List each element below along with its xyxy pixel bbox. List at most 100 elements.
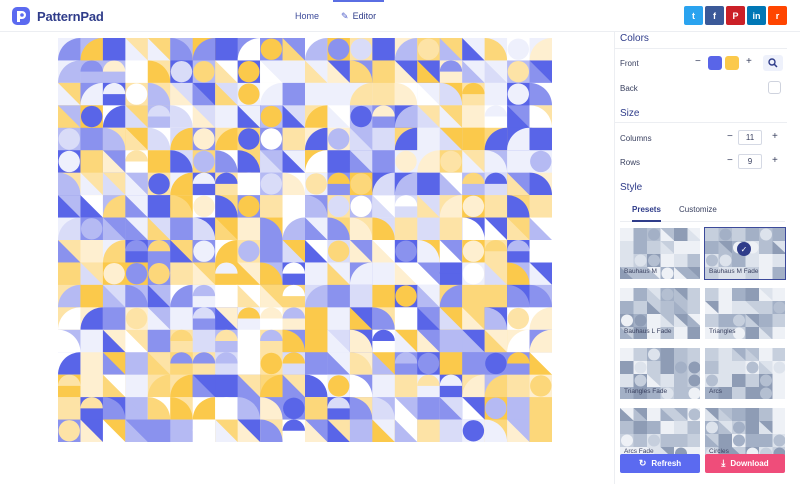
pattern-tile (394, 217, 418, 241)
back-color-swatch[interactable] (768, 81, 781, 94)
linkedin-share-button[interactable]: in (747, 6, 766, 25)
preset-card[interactable]: Arcs Fade (620, 408, 700, 459)
tab-presets[interactable]: Presets (632, 198, 661, 222)
pattern-tile (462, 284, 486, 308)
pattern-tile (170, 397, 194, 421)
facebook-share-button[interactable]: f (705, 6, 724, 25)
pattern-tile (192, 60, 216, 84)
front-remove-color-button[interactable]: − (695, 56, 701, 67)
rows-input[interactable]: 9 (738, 154, 762, 169)
preset-card[interactable]: Bauhaus M Fade ✓ (704, 227, 786, 280)
pattern-tile (417, 374, 441, 398)
nav-home[interactable]: Home (287, 0, 327, 32)
pattern-tile (102, 284, 126, 308)
pattern-tile (417, 240, 441, 263)
download-button[interactable]: ⤓ Download (705, 454, 785, 473)
pattern-tile (237, 352, 261, 376)
pattern-tile (507, 329, 531, 353)
style-tabs: Presets Customize (620, 198, 785, 222)
rows-decrement-button[interactable]: − (727, 155, 733, 166)
pattern-tile (394, 307, 418, 331)
pattern-tile (439, 262, 463, 286)
nav-editor-label: Editor (352, 11, 377, 21)
pattern-tile (147, 82, 171, 106)
front-color-swatch-2[interactable] (725, 56, 739, 70)
columns-increment-button[interactable]: + (772, 131, 778, 142)
pattern-tile (484, 82, 508, 106)
pattern-tile (58, 397, 81, 421)
pattern-tile (237, 172, 261, 196)
preset-card[interactable]: Triangles Fade (620, 348, 700, 399)
preset-card[interactable]: Circles (705, 408, 785, 459)
pattern-tile (125, 397, 149, 421)
twitter-share-button[interactable]: t (684, 6, 703, 25)
pattern-tile (484, 307, 508, 331)
pattern-tile (170, 262, 194, 286)
pattern-tile (147, 105, 171, 129)
pattern-tile (349, 217, 373, 241)
pattern-tile (170, 352, 194, 376)
front-color-swatch-1[interactable] (708, 56, 722, 70)
reddit-share-button[interactable]: r (768, 6, 787, 25)
pattern-tile (147, 127, 171, 151)
pattern-canvas[interactable] (58, 38, 552, 442)
pattern-tile (372, 397, 396, 421)
pattern-tile (372, 329, 396, 353)
pattern-tile (125, 38, 149, 61)
pattern-tile (192, 150, 216, 174)
pattern-tile (305, 127, 328, 151)
pattern-tile (282, 397, 306, 421)
refresh-button[interactable]: ↻ Refresh (620, 454, 700, 473)
pattern-tile (282, 195, 306, 219)
pattern-tile (417, 60, 441, 84)
preset-card[interactable]: Triangles (705, 288, 785, 339)
pattern-tile (484, 419, 508, 442)
pattern-tile (349, 262, 373, 286)
columns-decrement-button[interactable]: − (727, 131, 733, 142)
pattern-tile (507, 240, 531, 263)
rows-increment-button[interactable]: + (772, 155, 778, 166)
pattern-tile (215, 240, 239, 263)
social-share-buttons: t f Pin r (684, 6, 787, 25)
nav-editor[interactable]: ✎ Editor (333, 0, 385, 32)
front-add-color-button[interactable]: + (746, 56, 752, 67)
pattern-tile (147, 195, 171, 219)
pattern-tile (327, 397, 351, 421)
pattern-tile (394, 397, 418, 421)
pattern-tile (282, 217, 306, 241)
pattern-tile (237, 419, 261, 442)
pattern-tile (125, 195, 149, 219)
pattern-tile (192, 172, 216, 196)
preset-card[interactable]: Arcs (705, 348, 785, 399)
columns-input[interactable]: 11 (738, 130, 762, 145)
pattern-tile (305, 150, 328, 174)
preset-label: Bauhaus M (624, 268, 657, 275)
pattern-tile (327, 82, 351, 106)
pattern-tile (58, 105, 81, 129)
preset-card[interactable]: Bauhaus L Fade (620, 288, 700, 339)
pattern-tile (484, 105, 508, 129)
pattern-tile (305, 397, 328, 421)
pattern-tile (147, 172, 171, 196)
color-search-button[interactable] (763, 55, 783, 71)
pattern-tile (58, 419, 81, 442)
pattern-tile (349, 419, 373, 442)
pattern-tile (170, 374, 194, 398)
pattern-tile (102, 172, 126, 196)
tab-customize[interactable]: Customize (679, 198, 717, 222)
pattern-tile (462, 105, 486, 129)
pattern-tile (529, 105, 552, 129)
pattern-tile (394, 374, 418, 398)
pattern-tile (439, 240, 463, 263)
pattern-tile (125, 329, 149, 353)
pattern-tile (237, 38, 261, 61)
pattern-tile (305, 284, 328, 308)
pattern-tile (305, 172, 328, 196)
pattern-tile (349, 38, 373, 61)
pattern-tile (394, 127, 418, 151)
pattern-tile (237, 60, 261, 84)
pattern-tile (349, 374, 373, 398)
logo[interactable]: PatternPad (11, 6, 104, 26)
preset-card[interactable]: Bauhaus M (620, 228, 700, 279)
pinterest-share-button[interactable]: P (726, 6, 745, 25)
